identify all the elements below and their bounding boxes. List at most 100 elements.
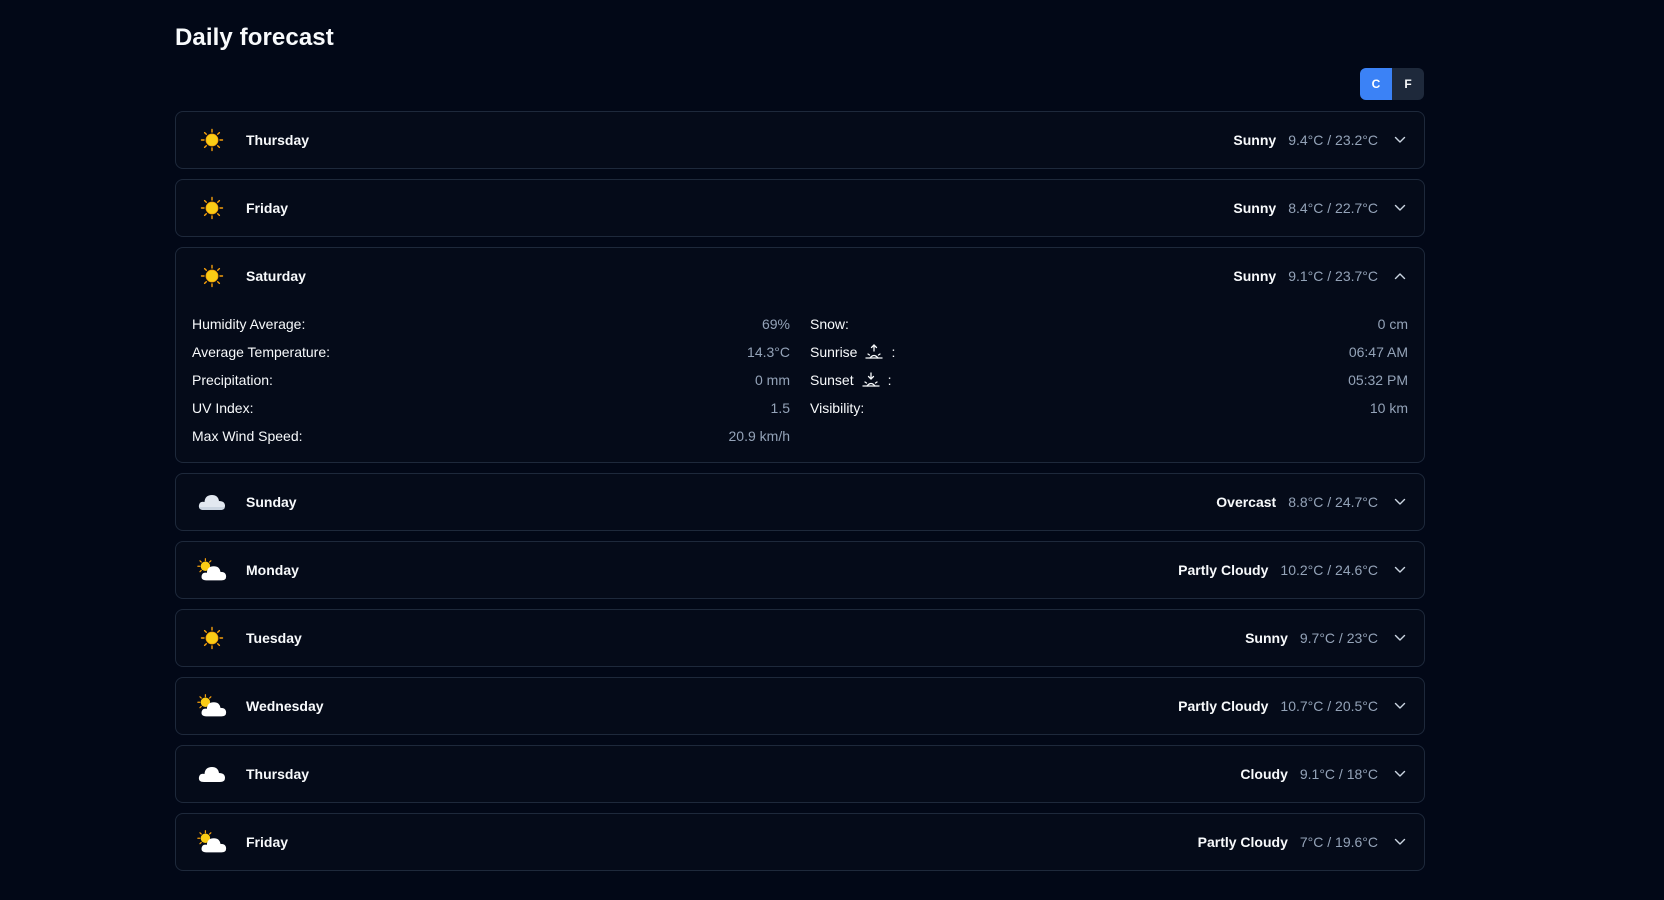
detail-label-text: Humidity Average: xyxy=(192,316,306,332)
chevron-up-icon[interactable] xyxy=(1392,268,1408,284)
partly-cloudy-icon xyxy=(196,554,228,586)
day-name: Friday xyxy=(246,200,289,216)
day-condition: Partly Cloudy xyxy=(1178,698,1269,714)
day-details: Humidity Average: 69% Average Temperature:… xyxy=(176,304,1424,462)
detail-label: UV Index: xyxy=(192,400,253,416)
day-temperature-range: 8.4°C / 22.7°C xyxy=(1288,200,1378,216)
detail-value: 0 cm xyxy=(1377,316,1408,332)
day-card: Tuesday Sunny 9.7°C / 23°C xyxy=(175,609,1425,667)
day-card: Friday Sunny 8.4°C / 22.7°C xyxy=(175,179,1425,237)
detail-value: 14.3°C xyxy=(747,344,790,360)
detail-value: 20.9 km/h xyxy=(728,428,790,444)
chevron-down-icon[interactable] xyxy=(1392,766,1408,782)
detail-value: 10 km xyxy=(1369,400,1408,416)
detail-row: Sunset: 05:32 PM xyxy=(810,366,1408,394)
day-header[interactable]: Friday Partly Cloudy 7°C / 19.6°C xyxy=(176,814,1424,870)
day-name: Saturday xyxy=(246,268,306,284)
sun-icon xyxy=(196,260,228,292)
day-name: Monday xyxy=(246,562,299,578)
day-condition: Partly Cloudy xyxy=(1178,562,1269,578)
detail-value: 1.5 xyxy=(770,400,790,416)
detail-label-text: UV Index: xyxy=(192,400,254,416)
chevron-down-icon[interactable] xyxy=(1392,698,1408,714)
partly-cloudy-icon xyxy=(196,826,228,858)
chevron-down-icon[interactable] xyxy=(1392,200,1408,216)
cloud-icon xyxy=(196,758,228,790)
sunset-icon xyxy=(861,372,880,388)
day-header[interactable]: Thursday Cloudy 9.1°C / 18°C xyxy=(176,746,1424,802)
detail-row: Humidity Average: 69% xyxy=(192,310,790,338)
sun-icon xyxy=(196,622,228,654)
day-temperature-range: 9.4°C / 23.2°C xyxy=(1288,132,1378,148)
day-header[interactable]: Thursday Sunny 9.4°C / 23.2°C xyxy=(176,112,1424,168)
fahrenheit-button[interactable]: F xyxy=(1392,68,1424,100)
day-temperature-range: 9.1°C / 18°C xyxy=(1299,766,1378,782)
day-header[interactable]: Saturday Sunny 9.1°C / 23.7°C xyxy=(176,248,1424,304)
chevron-down-icon[interactable] xyxy=(1392,630,1408,646)
day-header[interactable]: Sunday Overcast 8.8°C / 24.7°C xyxy=(176,474,1424,530)
detail-label-suffix: : xyxy=(887,372,892,388)
detail-label: Max Wind Speed: xyxy=(192,428,303,444)
detail-label-text: Sunrise xyxy=(810,344,858,360)
chevron-down-icon[interactable] xyxy=(1392,562,1408,578)
day-header[interactable]: Tuesday Sunny 9.7°C / 23°C xyxy=(176,610,1424,666)
detail-row: Max Wind Speed: 20.9 km/h xyxy=(192,422,790,450)
day-temperature-range: 7°C / 19.6°C xyxy=(1299,834,1378,850)
detail-value: 05:32 PM xyxy=(1348,372,1408,388)
detail-row: Average Temperature: 14.3°C xyxy=(192,338,790,366)
day-name: Thursday xyxy=(246,766,310,782)
day-card: Thursday Cloudy 9.1°C / 18°C xyxy=(175,745,1425,803)
unit-toggle: C F xyxy=(1360,68,1424,100)
partly-cloudy-icon xyxy=(196,690,228,722)
day-condition: Sunny xyxy=(1233,132,1277,148)
day-temperature-range: 10.2°C / 24.6°C xyxy=(1280,562,1378,578)
chevron-down-icon[interactable] xyxy=(1392,494,1408,510)
day-header[interactable]: Friday Sunny 8.4°C / 22.7°C xyxy=(176,180,1424,236)
day-temperature-range: 10.7°C / 20.5°C xyxy=(1280,698,1378,714)
detail-row: Visibility: 10 km xyxy=(810,394,1408,422)
day-name: Friday xyxy=(246,834,289,850)
page-title: Daily forecast xyxy=(175,24,334,51)
celsius-button[interactable]: C xyxy=(1360,68,1392,100)
day-name: Sunday xyxy=(246,494,297,510)
detail-value: 06:47 AM xyxy=(1348,344,1408,360)
chevron-down-icon[interactable] xyxy=(1392,834,1408,850)
sun-icon xyxy=(196,192,228,224)
day-header[interactable]: Wednesday Partly Cloudy 10.7°C / 20.5°C xyxy=(176,678,1424,734)
day-temperature-range: 8.8°C / 24.7°C xyxy=(1288,494,1378,510)
detail-label: Humidity Average: xyxy=(192,316,305,332)
detail-label: Visibility: xyxy=(810,400,864,416)
day-card: Wednesday Partly Cloudy 10.7°C / 20.5°C xyxy=(175,677,1425,735)
details-column-left: Humidity Average: 69% Average Temperature:… xyxy=(192,310,790,450)
day-temperature-range: 9.7°C / 23°C xyxy=(1299,630,1378,646)
detail-row: Precipitation: 0 mm xyxy=(192,366,790,394)
day-temperature-range: 9.1°C / 23.7°C xyxy=(1288,268,1378,284)
day-card: Monday Partly Cloudy 10.2°C / 24.6°C xyxy=(175,541,1425,599)
detail-row: Sunrise: 06:47 AM xyxy=(810,338,1408,366)
day-name: Wednesday xyxy=(246,698,324,714)
detail-label: Average Temperature: xyxy=(192,344,330,360)
detail-label-suffix: : xyxy=(891,344,896,360)
day-condition: Partly Cloudy xyxy=(1197,834,1288,850)
detail-value: 0 mm xyxy=(755,372,790,388)
overcast-icon xyxy=(196,486,228,518)
day-condition: Sunny xyxy=(1233,200,1277,216)
detail-label: Sunset: xyxy=(810,372,891,388)
day-name: Tuesday xyxy=(246,630,302,646)
day-name: Thursday xyxy=(246,132,310,148)
day-condition: Sunny xyxy=(1245,630,1288,646)
detail-label-text: Max Wind Speed: xyxy=(192,428,303,444)
detail-label-text: Snow: xyxy=(810,316,849,332)
detail-label: Sunrise: xyxy=(810,344,895,360)
day-card: Friday Partly Cloudy 7°C / 19.6°C xyxy=(175,813,1425,871)
detail-row: Snow: 0 cm xyxy=(810,310,1408,338)
sunrise-icon xyxy=(865,344,884,360)
chevron-down-icon[interactable] xyxy=(1392,132,1408,148)
details-column-right: Snow: 0 cm Sunrise: 06:47 AM Sunset: 05:32 PM… xyxy=(810,310,1408,450)
sun-icon xyxy=(196,124,228,156)
day-condition: Overcast xyxy=(1216,494,1277,510)
day-card: Thursday Sunny 9.4°C / 23.2°C xyxy=(175,111,1425,169)
detail-label-text: Precipitation: xyxy=(192,372,273,388)
detail-label-text: Average Temperature: xyxy=(192,344,331,360)
day-header[interactable]: Monday Partly Cloudy 10.2°C / 24.6°C xyxy=(176,542,1424,598)
